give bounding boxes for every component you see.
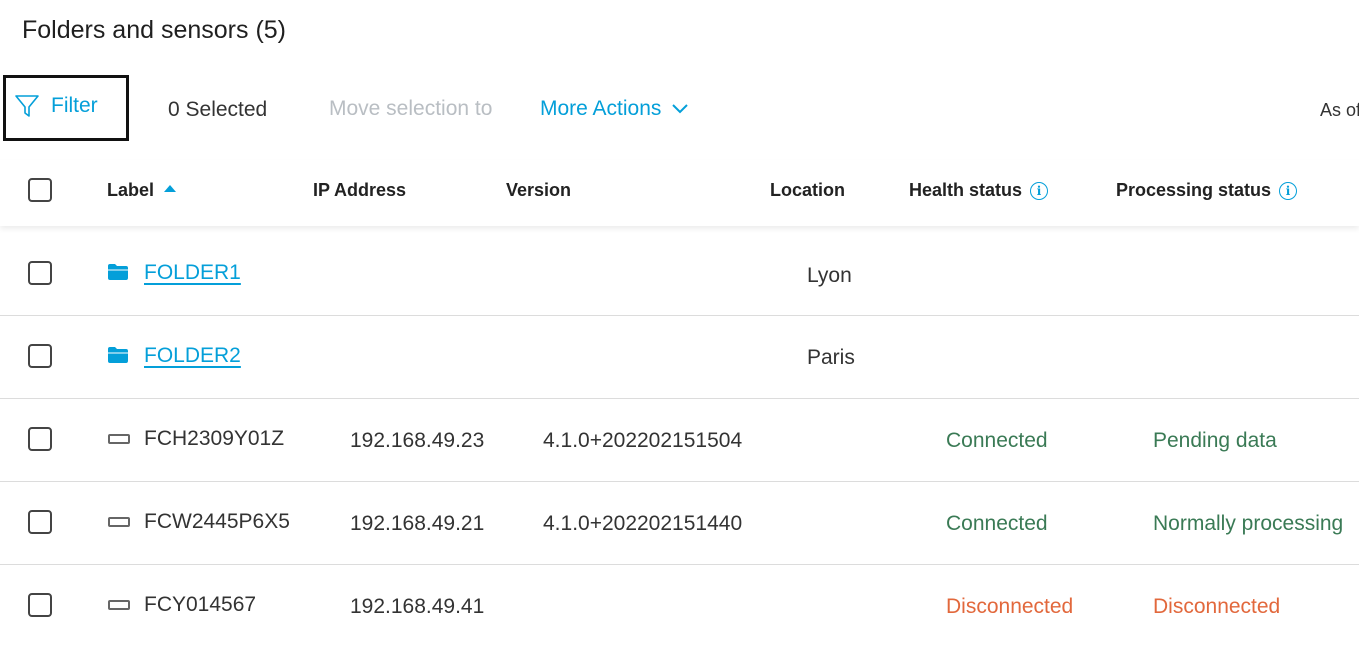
ip-cell: 192.168.49.23 — [350, 429, 485, 452]
processing-status-cell: Disconnected — [1153, 595, 1281, 618]
folder-icon — [108, 264, 128, 280]
column-header-version[interactable]: Version — [506, 180, 571, 201]
sensor-label: FCW2445P6X5 — [144, 510, 290, 533]
row-checkbox[interactable] — [28, 510, 52, 534]
processing-status-cell: Normally processing — [1153, 512, 1344, 535]
sensor-icon — [108, 517, 130, 527]
folder-icon — [108, 347, 128, 363]
version-cell: 4.1.0+202202151504 — [543, 429, 743, 452]
location-cell: Paris — [807, 346, 855, 369]
location-cell: Lyon — [807, 264, 852, 287]
folder-link[interactable]: FOLDER2 — [144, 344, 241, 368]
sensor-icon — [108, 600, 130, 610]
health-status-cell: Connected — [946, 512, 1048, 535]
column-header-label[interactable]: Label — [107, 180, 177, 201]
column-header-health[interactable]: Health status i — [909, 180, 1049, 201]
row-checkbox[interactable] — [28, 261, 52, 285]
page-title: Folders and sensors (5) — [22, 16, 287, 44]
as-of-text: As of — [1320, 100, 1359, 120]
ip-cell: 192.168.49.41 — [350, 595, 485, 618]
table-row[interactable]: FCW2445P6X5 192.168.49.21 4.1.0+20220215… — [0, 482, 1359, 565]
more-actions-label: More Actions — [540, 97, 662, 120]
column-header-location[interactable]: Location — [770, 180, 845, 201]
sensor-label: FCY014567 — [144, 593, 257, 616]
info-icon[interactable]: i — [1279, 181, 1298, 200]
info-icon[interactable]: i — [1030, 181, 1049, 200]
table-row[interactable]: FCH2309Y01Z 192.168.49.23 4.1.0+20220215… — [0, 399, 1359, 482]
version-cell: 4.1.0+202202151440 — [543, 512, 743, 535]
column-header-health-text: Health status — [909, 180, 1023, 200]
chevron-down-icon — [672, 104, 689, 114]
filter-button[interactable]: Filter — [14, 93, 98, 119]
ip-cell: 192.168.49.21 — [350, 512, 485, 535]
sort-ascending-icon — [164, 185, 177, 192]
row-checkbox[interactable] — [28, 593, 52, 617]
health-status-cell: Connected — [946, 429, 1048, 452]
selected-count: 0 Selected — [168, 98, 268, 121]
table-row[interactable]: FOLDER2 Paris — [0, 316, 1359, 399]
column-header-processing[interactable]: Processing status i — [1116, 180, 1298, 201]
select-all-checkbox[interactable] — [28, 178, 52, 202]
column-header-ip[interactable]: IP Address — [313, 180, 406, 201]
sensor-icon — [108, 434, 130, 444]
column-header-label-text: Label — [107, 180, 155, 200]
more-actions-button[interactable]: More Actions — [540, 97, 689, 121]
table-row[interactable]: FOLDER1 Lyon — [0, 233, 1359, 316]
filter-label: Filter — [51, 94, 98, 117]
health-status-cell: Disconnected — [946, 595, 1074, 618]
sensor-label: FCH2309Y01Z — [144, 427, 285, 450]
processing-status-cell: Pending data — [1153, 429, 1277, 452]
folder-link[interactable]: FOLDER1 — [144, 261, 241, 285]
column-header-processing-text: Processing status — [1116, 180, 1272, 200]
funnel-icon — [15, 95, 39, 117]
row-checkbox[interactable] — [28, 427, 52, 451]
move-selection-button[interactable]: Move selection to — [329, 97, 492, 121]
table-row[interactable]: FCY014567 192.168.49.41 Disconnected Dis… — [0, 565, 1359, 648]
row-checkbox[interactable] — [28, 344, 52, 368]
